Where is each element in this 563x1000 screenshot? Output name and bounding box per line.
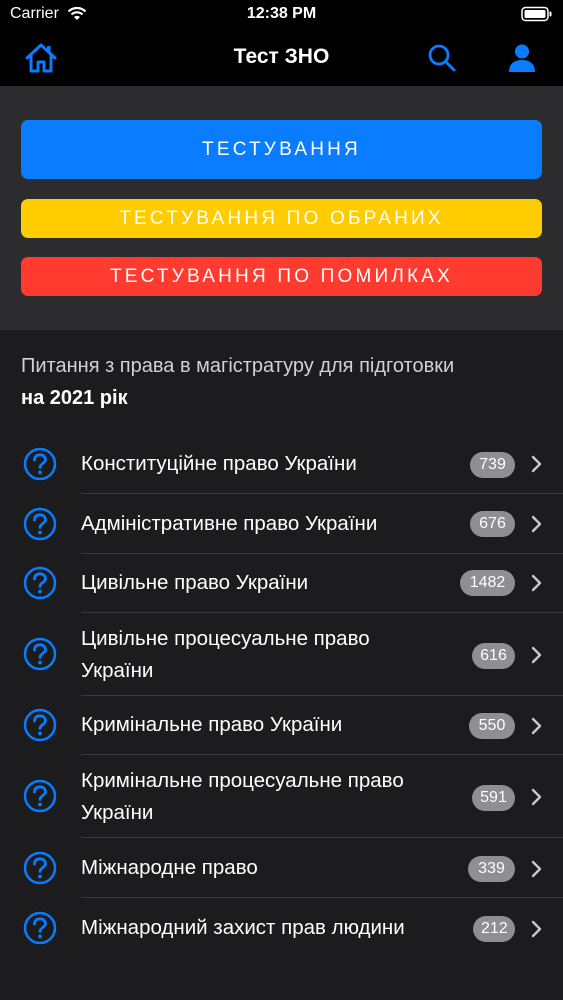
status-bar: Carrier 12:38 PM bbox=[0, 0, 563, 30]
category-label: Міжнародний захист прав людини bbox=[81, 916, 405, 939]
category-label: Цивільне процесуальне право України bbox=[81, 623, 451, 687]
status-time: 12:38 PM bbox=[246, 5, 317, 22]
chevron-right-icon bbox=[531, 455, 542, 473]
category-label: Адміністративне право України bbox=[81, 512, 378, 535]
list-item[interactable]: Конституційне право України 739 bbox=[0, 434, 563, 494]
count-badge: 1482 bbox=[460, 570, 515, 596]
count-badge: 616 bbox=[472, 643, 515, 669]
list-item[interactable]: Міжнародний захист прав людини 212 bbox=[0, 898, 563, 958]
section-title-regular: Питання з права в магістратуру для підго… bbox=[21, 355, 455, 377]
question-icon bbox=[23, 447, 57, 481]
chevron-right-icon bbox=[531, 860, 542, 878]
count-badge: 591 bbox=[472, 785, 515, 811]
chevron-right-icon bbox=[531, 788, 542, 806]
navigation-bar: Тест ЗНО bbox=[0, 30, 563, 86]
testing-mistakes-button[interactable]: ТЕСТУВАННЯ ПО ПОМИЛКАХ bbox=[21, 257, 542, 296]
testing-button[interactable]: ТЕСТУВАННЯ bbox=[21, 120, 542, 179]
page-title: Тест ЗНО bbox=[233, 45, 330, 68]
category-label: Міжнародне право bbox=[81, 856, 258, 879]
category-label-line2: України bbox=[81, 659, 154, 682]
chevron-right-icon bbox=[531, 646, 542, 664]
testing-buttons-panel: ТЕСТУВАННЯ ТЕСТУВАННЯ ПО ОБРАНИХ ТЕСТУВА… bbox=[0, 86, 563, 330]
category-label: Кримінальне право України bbox=[81, 713, 343, 736]
category-label-line1: Кримінальне процесуальне право bbox=[81, 769, 404, 792]
list-item[interactable]: Цивільне процесуальне право України 616 bbox=[0, 613, 563, 696]
search-icon[interactable] bbox=[427, 43, 457, 73]
category-label-line1: Цивільне процесуальне право bbox=[81, 627, 370, 650]
question-icon bbox=[23, 637, 57, 671]
list-item[interactable]: Міжнародне право 339 bbox=[0, 838, 563, 898]
question-icon bbox=[23, 708, 57, 742]
category-label: Цивільне право України bbox=[81, 571, 309, 594]
question-icon bbox=[23, 911, 57, 945]
bottom-area bbox=[0, 958, 563, 1000]
user-icon[interactable] bbox=[507, 43, 537, 73]
chevron-right-icon bbox=[531, 515, 542, 533]
section-header: Питання з права в магістратуру для підго… bbox=[21, 350, 546, 414]
question-icon bbox=[23, 851, 57, 885]
count-badge: 739 bbox=[470, 452, 515, 478]
question-icon bbox=[23, 507, 57, 541]
list-item[interactable]: Адміністративне право України 676 bbox=[0, 494, 563, 554]
count-badge: 339 bbox=[468, 856, 515, 882]
list-item[interactable]: Кримінальне право України 550 bbox=[0, 696, 563, 755]
category-label: Конституційне право України bbox=[81, 452, 357, 475]
count-badge: 676 bbox=[470, 511, 515, 537]
count-badge: 212 bbox=[473, 916, 515, 942]
list-item[interactable]: Цивільне право України 1482 bbox=[0, 554, 563, 613]
chevron-right-icon bbox=[531, 920, 542, 938]
count-badge: 550 bbox=[469, 713, 515, 739]
chevron-right-icon bbox=[531, 574, 542, 592]
category-label-line2: України bbox=[81, 801, 154, 824]
question-icon bbox=[23, 566, 57, 600]
section-title-bold: на 2021 рік bbox=[21, 387, 128, 409]
chevron-right-icon bbox=[531, 717, 542, 735]
question-icon bbox=[23, 779, 57, 813]
list-item[interactable]: Кримінальне процесуальне право України 5… bbox=[0, 755, 563, 838]
testing-favorites-button[interactable]: ТЕСТУВАННЯ ПО ОБРАНИХ bbox=[21, 199, 542, 238]
battery-icon bbox=[521, 6, 552, 22]
category-label: Кримінальне процесуальне право України bbox=[81, 765, 451, 829]
